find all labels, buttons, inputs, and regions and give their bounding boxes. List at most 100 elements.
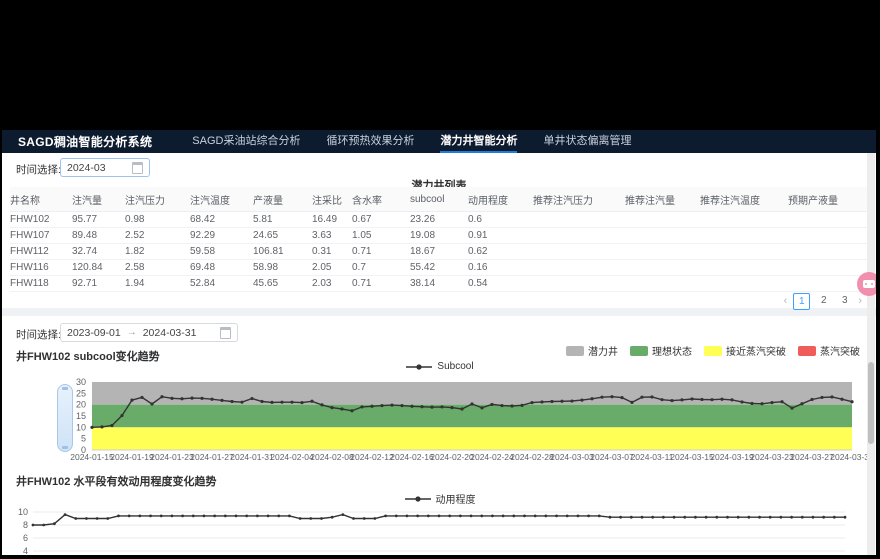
band-legend: 潜力井理想状态接近蒸汽突破蒸汽突破	[566, 343, 860, 358]
table-cell: 92.71	[72, 276, 125, 292]
pagination-page-2[interactable]: 2	[816, 293, 831, 308]
table-cell: 3.63	[312, 228, 352, 244]
band-legend-item[interactable]: 理想状态	[630, 343, 692, 358]
table-cell	[533, 228, 625, 244]
datazoom-slider[interactable]	[57, 384, 73, 452]
table-cell: 0.71	[352, 244, 410, 260]
table-cell: 2.03	[312, 276, 352, 292]
column-header: 注采比	[312, 187, 352, 212]
svg-text:2024-02-28: 2024-02-28	[510, 452, 554, 462]
utilization-chart-title: 井FHW102 水平段有效动用程度变化趋势	[16, 473, 216, 489]
table-cell: 2.52	[125, 228, 190, 244]
legend-swatch-icon	[704, 346, 722, 356]
scrollbar-thumb[interactable]	[868, 362, 874, 444]
svg-text:2024-02-12: 2024-02-12	[350, 452, 394, 462]
table-cell	[533, 276, 625, 292]
svg-text:2024-03-07: 2024-03-07	[590, 452, 634, 462]
table-row[interactable]: FHW11892.711.9452.8445.652.030.7138.140.…	[10, 276, 868, 292]
legend-swatch-icon	[630, 346, 648, 356]
svg-text:2024-02-16: 2024-02-16	[390, 452, 434, 462]
table-cell: 45.65	[253, 276, 312, 292]
band-legend-item[interactable]: 接近蒸汽突破	[704, 343, 786, 358]
table-row[interactable]: FHW10295.770.9868.425.8116.490.6723.260.…	[10, 212, 868, 228]
month-picker-input[interactable]: 2024-03	[60, 158, 150, 177]
table-cell	[533, 260, 625, 276]
table-cell: 19.08	[410, 228, 468, 244]
table-cell	[788, 228, 868, 244]
svg-text:2024-02-20: 2024-02-20	[430, 452, 474, 462]
range-separator: →	[127, 327, 137, 338]
month-picker-value: 2024-03	[67, 162, 106, 174]
legend-swatch-icon	[566, 346, 584, 356]
table-cell: 0.31	[312, 244, 352, 260]
pagination-next-icon[interactable]: ›	[858, 294, 862, 309]
table-cell: 89.48	[72, 228, 125, 244]
line-marker-icon	[405, 495, 431, 503]
table-cell: 0.54	[468, 276, 533, 292]
date-range-input[interactable]: 2023-09-01 → 2024-03-31	[60, 323, 238, 342]
svg-text:10: 10	[18, 507, 28, 517]
table-cell: 0.67	[352, 212, 410, 228]
svg-text:2024-03-15: 2024-03-15	[670, 452, 714, 462]
table-cell: 106.81	[253, 244, 312, 260]
calendar-icon	[132, 162, 143, 174]
table-cell: 52.84	[190, 276, 253, 292]
svg-text:30: 30	[76, 377, 86, 387]
pagination-prev-icon[interactable]: ‹	[784, 294, 788, 309]
nav-item-0[interactable]: SAGD采油站综合分析	[192, 130, 300, 153]
window-frame	[0, 555, 880, 559]
nav-item-1[interactable]: 循环预热效果分析	[326, 130, 414, 153]
utilization-series-legend[interactable]: 动用程度	[0, 491, 880, 506]
column-header: 注汽量	[72, 187, 125, 212]
table-cell	[625, 212, 700, 228]
svg-text:10: 10	[76, 422, 86, 432]
table-row[interactable]: FHW11232.741.8259.58106.810.310.7118.670…	[10, 244, 868, 260]
top-navbar: SAGD稠油智能分析系统 SAGD采油站综合分析 循环预热效果分析 潜力井智能分析 单…	[2, 130, 876, 153]
robot-icon	[863, 280, 875, 288]
table-cell: FHW116	[10, 260, 72, 276]
table-cell: 1.82	[125, 244, 190, 260]
table-cell	[700, 228, 788, 244]
table-cell	[625, 260, 700, 276]
column-header: 推荐注汽压力	[533, 187, 625, 212]
utilization-series-legend-label: 动用程度	[436, 491, 476, 506]
table-cell: 0.7	[352, 260, 410, 276]
svg-text:2024-01-23: 2024-01-23	[150, 452, 194, 462]
column-header: 注汽温度	[190, 187, 253, 212]
table-cell: 32.74	[72, 244, 125, 260]
table-cell: FHW102	[10, 212, 72, 228]
table-cell: 38.14	[410, 276, 468, 292]
table-cell	[700, 260, 788, 276]
table-cell: 1.94	[125, 276, 190, 292]
table-cell: 24.65	[253, 228, 312, 244]
band-legend-item[interactable]: 潜力井	[566, 343, 618, 358]
table-row[interactable]: FHW116120.842.5869.4858.982.050.755.420.…	[10, 260, 868, 276]
table-cell: 0.98	[125, 212, 190, 228]
band-legend-label: 潜力井	[588, 343, 618, 358]
svg-text:2024-03-03: 2024-03-03	[550, 452, 594, 462]
table-cell: 2.05	[312, 260, 352, 276]
table-cell: 1.05	[352, 228, 410, 244]
band-legend-item[interactable]: 蒸汽突破	[798, 343, 860, 358]
app-title: SAGD稠油智能分析系统	[18, 133, 152, 150]
column-header: subcool	[410, 187, 468, 212]
table-cell: FHW118	[10, 276, 72, 292]
svg-text:2024-03-23: 2024-03-23	[750, 452, 794, 462]
table-header-row: 井名称注汽量注汽压力注汽温度产液量注采比含水率subcool动用程度推荐注汽压力…	[10, 187, 868, 212]
nav-item-3[interactable]: 单井状态偏离管理	[543, 130, 631, 153]
table-row[interactable]: FHW10789.482.5292.2924.653.631.0519.080.…	[10, 228, 868, 244]
table-cell	[700, 244, 788, 260]
svg-text:2024-01-19: 2024-01-19	[110, 452, 154, 462]
nav-item-2[interactable]: 潜力井智能分析	[440, 130, 517, 153]
scrollbar-track[interactable]	[867, 153, 875, 555]
pagination-page-1[interactable]: 1	[793, 293, 810, 310]
table-cell: 69.48	[190, 260, 253, 276]
table-cell: 0.6	[468, 212, 533, 228]
table-cell: 2.58	[125, 260, 190, 276]
pagination-page-3[interactable]: 3	[837, 293, 852, 308]
table-cell: 0.62	[468, 244, 533, 260]
svg-text:8: 8	[23, 520, 28, 530]
table-cell: 5.81	[253, 212, 312, 228]
svg-text:2024-03-11: 2024-03-11	[631, 452, 674, 462]
range-picker-label: 时间选择:	[16, 327, 61, 342]
